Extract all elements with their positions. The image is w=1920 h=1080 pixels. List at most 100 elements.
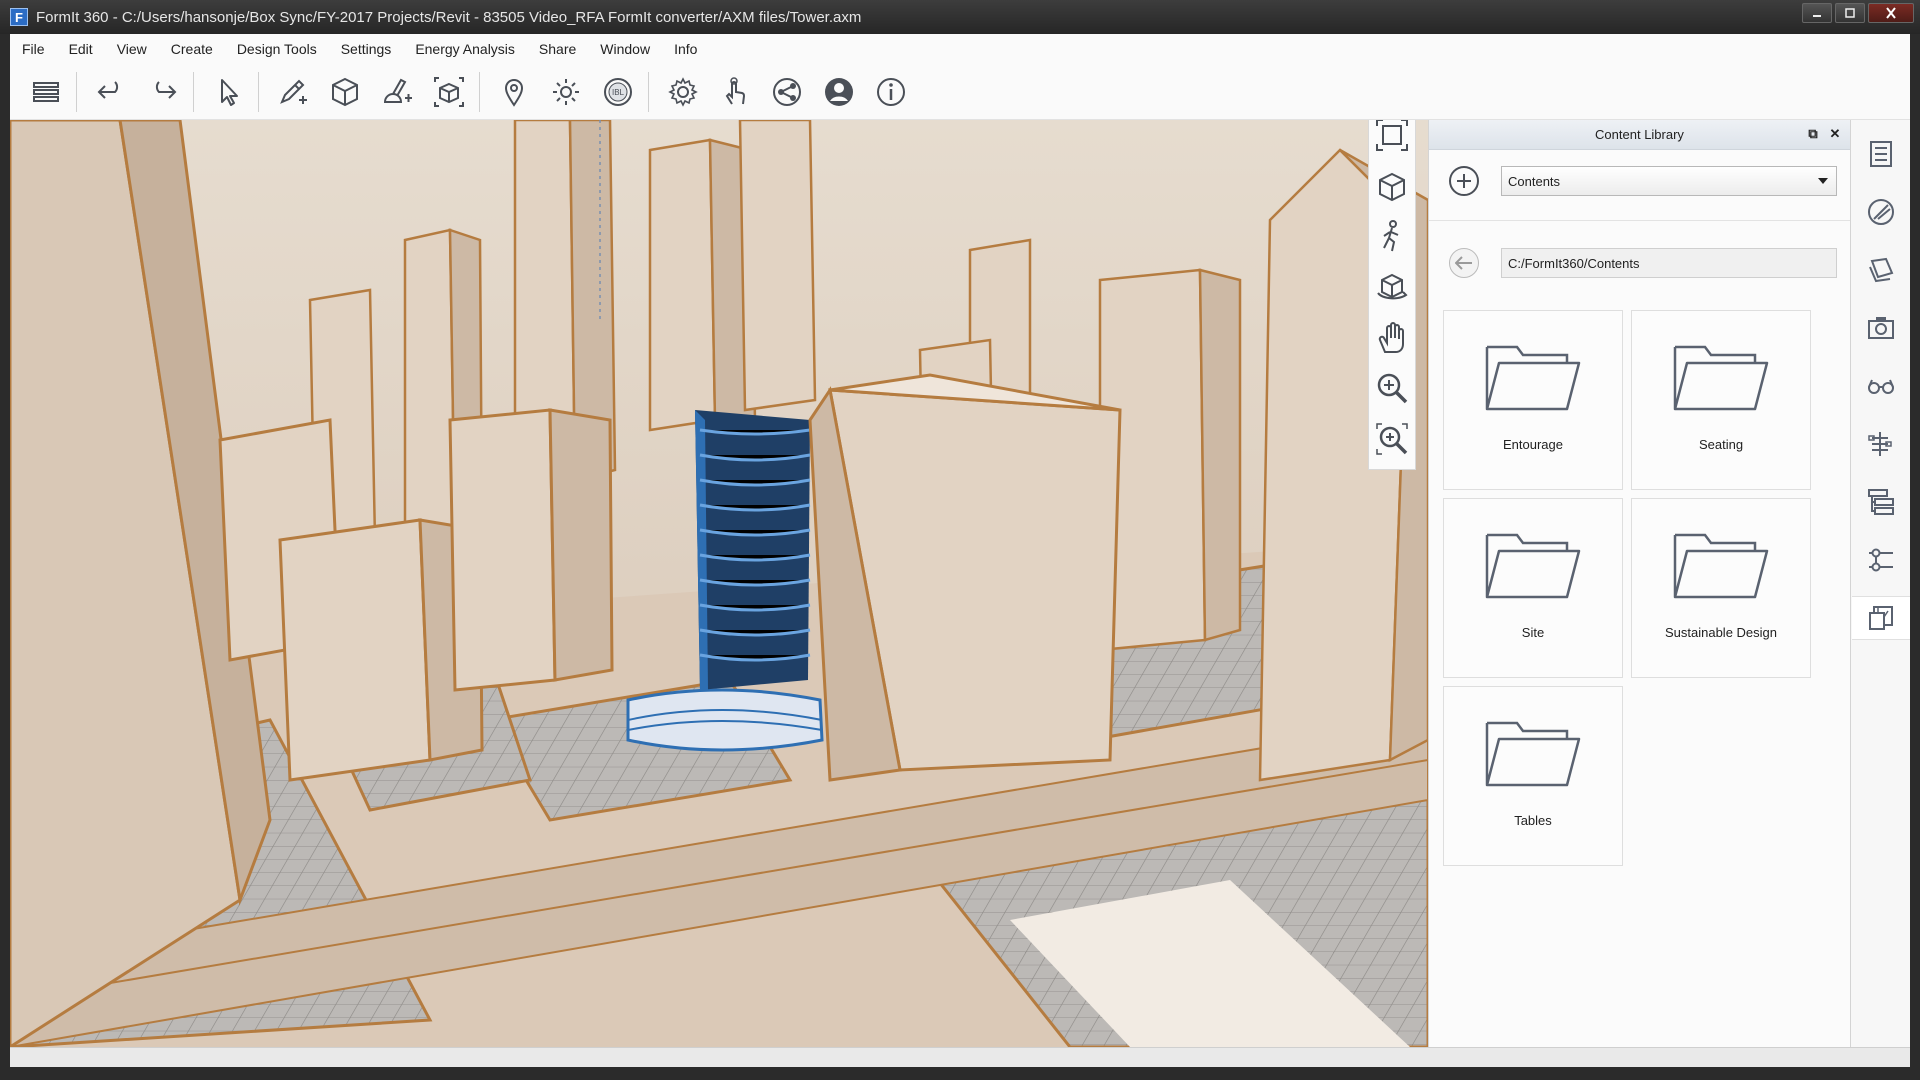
zoom-extents-icon bbox=[1376, 120, 1408, 152]
properties-button[interactable] bbox=[1859, 132, 1903, 176]
folder-tile-entourage[interactable]: Entourage bbox=[1443, 310, 1623, 490]
menu-share[interactable]: Share bbox=[539, 41, 576, 57]
window-controls bbox=[1802, 3, 1914, 23]
content-library-button[interactable] bbox=[1851, 596, 1910, 640]
groups-hierarchy-button[interactable] bbox=[1859, 480, 1903, 524]
undo-button[interactable] bbox=[93, 74, 129, 110]
layers-menu-button[interactable] bbox=[28, 74, 64, 110]
city-model-scene bbox=[10, 120, 1428, 1047]
folder-tile-sustainable-design[interactable]: Sustainable Design bbox=[1631, 498, 1811, 678]
window-frame-right bbox=[1910, 34, 1920, 1067]
view-cube-icon bbox=[1379, 172, 1405, 201]
menu-edit[interactable]: Edit bbox=[69, 41, 93, 57]
source-dropdown[interactable]: Contents bbox=[1501, 166, 1837, 196]
main-toolbar: IBL bbox=[10, 64, 1910, 120]
folder-icon bbox=[1673, 345, 1769, 411]
path-field[interactable]: C:/FormIt360/Contents bbox=[1501, 248, 1837, 278]
close-button[interactable] bbox=[1868, 3, 1914, 23]
pan-button[interactable] bbox=[1371, 317, 1413, 358]
source-row: Contents bbox=[1429, 164, 1851, 208]
folder-label: Site bbox=[1521, 625, 1545, 640]
settings-button[interactable] bbox=[665, 74, 701, 110]
orbit-button[interactable] bbox=[1371, 267, 1413, 308]
maximize-icon bbox=[1845, 8, 1855, 18]
menu-file[interactable]: File bbox=[22, 41, 45, 57]
chevron-down-icon bbox=[1818, 178, 1828, 184]
formit-app-icon: F bbox=[10, 8, 28, 26]
touch-gesture-button[interactable] bbox=[717, 74, 753, 110]
zoom-extents-button[interactable] bbox=[1371, 120, 1413, 156]
panel-controls: ⧉ ✕ bbox=[1806, 126, 1842, 141]
menu-view[interactable]: View bbox=[117, 41, 147, 57]
view-button[interactable] bbox=[1859, 364, 1903, 408]
zoom-icon bbox=[1377, 373, 1408, 404]
panel-close-icon[interactable]: ✕ bbox=[1828, 126, 1842, 141]
view-cube-button[interactable] bbox=[1371, 166, 1413, 207]
menu-settings[interactable]: Settings bbox=[341, 41, 392, 57]
share-button[interactable] bbox=[769, 74, 805, 110]
folder-tile-site[interactable]: Site bbox=[1443, 498, 1623, 678]
solid-button[interactable] bbox=[327, 74, 363, 110]
menu-create[interactable]: Create bbox=[171, 41, 213, 57]
groups-icon bbox=[434, 76, 464, 107]
menu-design-tools[interactable]: Design Tools bbox=[237, 41, 317, 57]
redo-button[interactable] bbox=[145, 74, 181, 110]
window-frame-left bbox=[0, 34, 10, 1067]
sun-icon bbox=[553, 78, 579, 105]
ibl-icon: IBL bbox=[604, 77, 632, 106]
back-button[interactable] bbox=[1449, 248, 1479, 278]
content-library-panel: Content Library ⧉ ✕ Contents C:/FormIt36… bbox=[1428, 120, 1851, 1047]
undo-icon bbox=[97, 80, 119, 99]
zoom-button[interactable] bbox=[1371, 368, 1413, 409]
menu-info[interactable]: Info bbox=[674, 41, 697, 57]
materials-brush-icon bbox=[1867, 199, 1894, 225]
touch-gesture-icon bbox=[725, 76, 745, 105]
panel-header: Content Library ⧉ ✕ bbox=[1429, 120, 1850, 150]
share-icon bbox=[773, 77, 801, 106]
window-title: FormIt 360 - C:/Users/hansonje/Box Sync/… bbox=[36, 8, 862, 26]
menu-window[interactable]: Window bbox=[600, 41, 650, 57]
title-bar: F FormIt 360 - C:/Users/hansonje/Box Syn… bbox=[0, 0, 1920, 34]
folder-tile-seating[interactable]: Seating bbox=[1631, 310, 1811, 490]
zoom-window-icon bbox=[1376, 423, 1408, 455]
source-dropdown-value: Contents bbox=[1508, 173, 1561, 189]
menu-energy-analysis[interactable]: Energy Analysis bbox=[415, 41, 515, 57]
sketch-button[interactable] bbox=[275, 74, 311, 110]
toolbar-separator bbox=[258, 71, 259, 112]
properties-icon bbox=[1869, 141, 1892, 167]
maximize-button[interactable] bbox=[1835, 3, 1865, 23]
scenes-button[interactable] bbox=[1859, 306, 1903, 350]
materials-button[interactable] bbox=[1859, 190, 1903, 234]
folder-icon bbox=[1485, 345, 1581, 411]
ibl-button[interactable]: IBL bbox=[600, 74, 636, 110]
walk-button[interactable] bbox=[1371, 216, 1413, 257]
solid-tools-icon bbox=[383, 78, 412, 103]
3d-viewport[interactable] bbox=[10, 120, 1428, 1047]
minimize-button[interactable] bbox=[1802, 3, 1832, 23]
status-bar bbox=[10, 1047, 1910, 1067]
folder-grid: Entourage Seating Site Sustainable Desig… bbox=[1443, 310, 1823, 866]
user-account-button[interactable] bbox=[821, 74, 857, 110]
layers-button[interactable] bbox=[1859, 248, 1903, 292]
levels-button[interactable] bbox=[1859, 422, 1903, 466]
add-content-button[interactable] bbox=[1449, 166, 1479, 196]
plus-icon bbox=[1457, 174, 1471, 188]
select-button[interactable] bbox=[210, 74, 246, 110]
folder-tile-tables[interactable]: Tables bbox=[1443, 686, 1623, 866]
layers-menu-icon bbox=[33, 81, 59, 102]
levels-icon bbox=[1867, 432, 1892, 456]
toolbar-separator bbox=[648, 71, 649, 112]
sliders-button[interactable] bbox=[1859, 538, 1903, 582]
walk-icon bbox=[1383, 220, 1399, 252]
zoom-window-button[interactable] bbox=[1371, 418, 1413, 459]
solid-tools-button[interactable] bbox=[379, 74, 415, 110]
info-button[interactable] bbox=[873, 74, 909, 110]
location-button[interactable] bbox=[496, 74, 532, 110]
sun-button[interactable] bbox=[548, 74, 584, 110]
toolbar-separator bbox=[479, 71, 480, 112]
redo-icon bbox=[155, 80, 177, 99]
undock-icon[interactable]: ⧉ bbox=[1806, 126, 1820, 141]
groups-button[interactable] bbox=[431, 74, 467, 110]
toolbar-separator bbox=[193, 71, 194, 112]
menu-bar: File Edit View Create Design Tools Setti… bbox=[0, 34, 1920, 64]
